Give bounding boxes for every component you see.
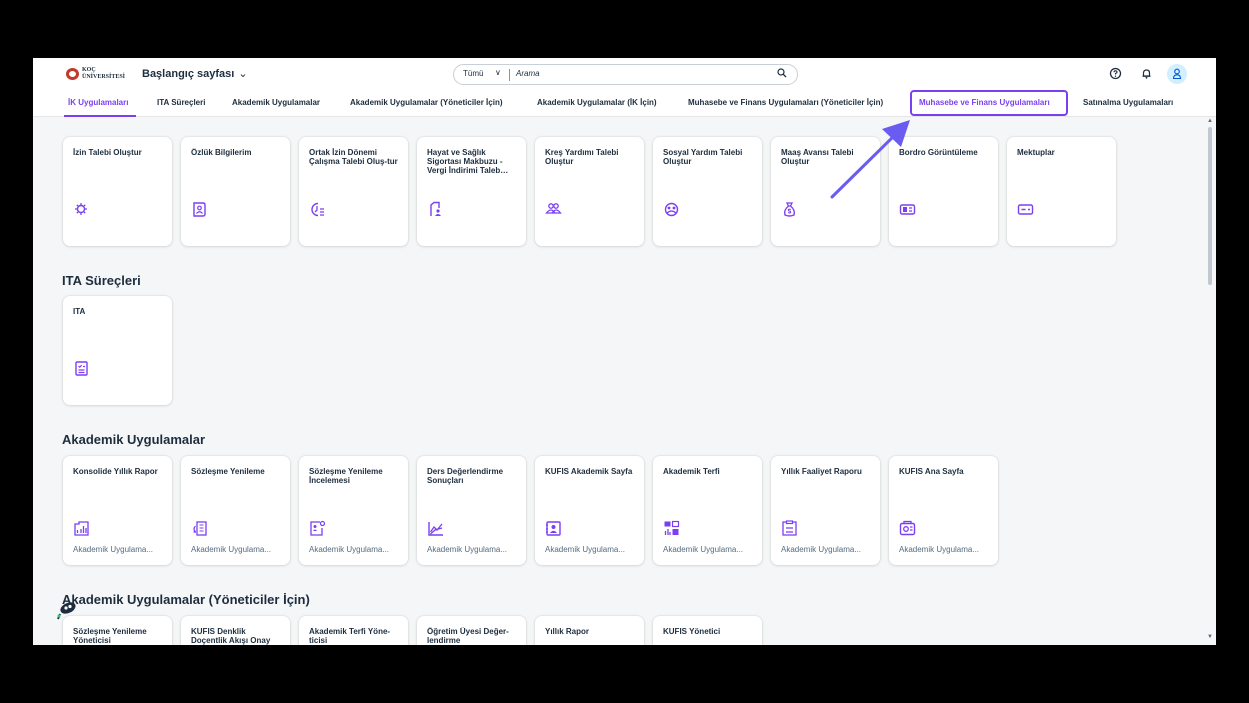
annotation-arrow-icon [830,120,910,199]
launchpad-window: KOÇ ÜNİVERSİTESİ Başlangıç sayfası ⌄ Tümü… [33,58,1216,645]
